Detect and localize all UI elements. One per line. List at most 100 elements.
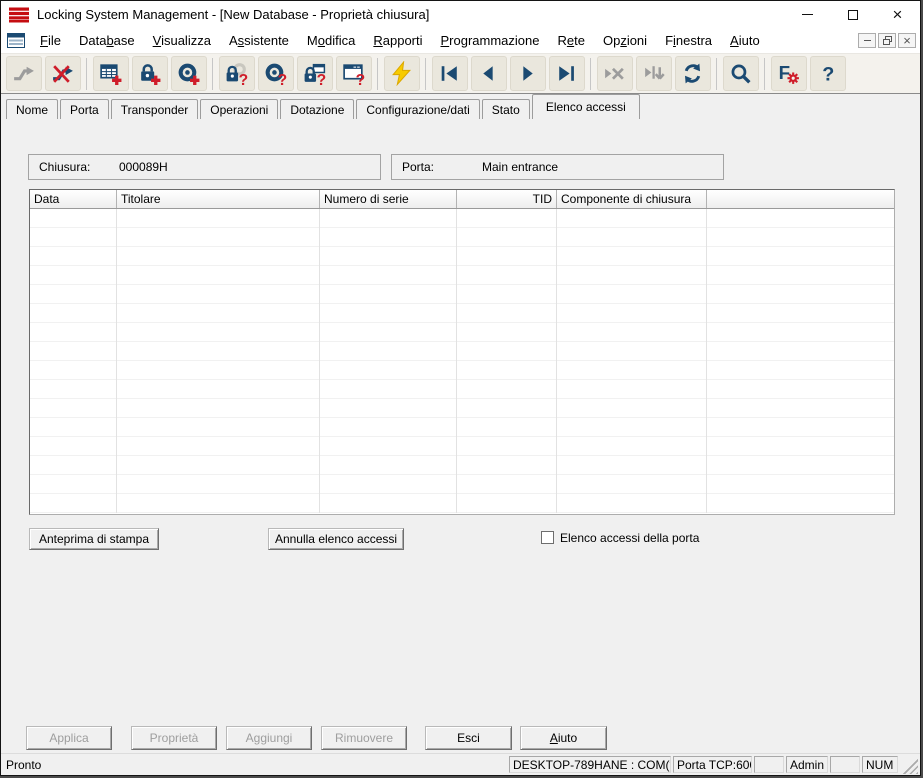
door-label: Porta: (402, 160, 435, 174)
mdi-window-controls: × (858, 33, 916, 48)
print-preview-button[interactable]: Anteprima di stampa (29, 528, 159, 550)
header-cell-numero-di-serie[interactable]: Numero di serie (320, 190, 457, 208)
close-icon: × (892, 5, 903, 24)
read-lock-button[interactable]: ? (218, 56, 255, 91)
maximize-button[interactable] (830, 1, 875, 28)
header-cell-tid[interactable]: TID (457, 190, 557, 208)
tab-elenco-accessi[interactable]: Elenco accessi (531, 94, 640, 119)
menu-item-file[interactable]: File (31, 30, 70, 51)
read-window-button[interactable]: ? (335, 56, 372, 91)
status-panel-porta-tcp-6001: Porta TCP:6001 (673, 756, 752, 773)
connect-button[interactable] (5, 56, 42, 91)
svg-text:?: ? (822, 63, 834, 85)
svg-text:?: ? (356, 72, 366, 86)
tab-nome[interactable]: Nome (6, 99, 59, 119)
status-panel (830, 756, 860, 773)
status-panel-desktop-789hane-com: DESKTOP-789HANE : COM(*) (509, 756, 671, 773)
title-bar: Locking System Management - [New Databas… (1, 1, 920, 28)
read-lock-network-button[interactable]: ? (296, 56, 333, 91)
help-button[interactable]: ? (809, 56, 846, 91)
toolbar: ???? F? (1, 53, 920, 94)
app-logo-icon (9, 7, 29, 23)
header-cell-titolare[interactable]: Titolare (117, 190, 320, 208)
remove-button[interactable]: Rimuovere (321, 726, 407, 750)
next-record-button[interactable] (509, 56, 546, 91)
search-button[interactable] (722, 56, 759, 91)
previous-record-icon (476, 61, 501, 86)
table-body (30, 209, 894, 513)
properties-button[interactable]: Proprietà (131, 726, 217, 750)
toolbar-separator (716, 57, 717, 90)
minimize-icon (802, 14, 813, 15)
refresh-button[interactable] (674, 56, 711, 91)
menu-item-opzioni[interactable]: Opzioni (594, 30, 656, 51)
minimize-button[interactable] (785, 1, 830, 28)
header-cell-data[interactable]: Data (30, 190, 117, 208)
first-record-icon (437, 61, 462, 86)
menu-item-assistente[interactable]: Assistente (220, 30, 298, 51)
last-record-button[interactable] (548, 56, 585, 91)
menu-item-database[interactable]: Database (70, 30, 144, 51)
svg-text:F: F (779, 62, 790, 83)
menu-item-finestra[interactable]: Finestra (656, 30, 721, 51)
cancel-search-button[interactable] (596, 56, 633, 91)
header-cell-empty[interactable] (707, 190, 894, 208)
exit-button[interactable]: Esci (425, 726, 512, 750)
read-window-icon: ? (341, 61, 366, 86)
mdi-close-button[interactable]: × (898, 33, 916, 48)
tab-strip: Nome Porta Transponder Operazioni Dotazione C… (1, 94, 920, 119)
tab-transponder[interactable]: Transponder (110, 99, 199, 119)
new-locking-system-button[interactable] (92, 56, 129, 91)
read-lock-icon: ? (224, 61, 249, 86)
filter-settings-button[interactable]: F (770, 56, 807, 91)
column-grid-line (456, 209, 457, 513)
menu-item-aiuto[interactable]: Aiuto (721, 30, 769, 51)
column-grid-line (319, 209, 320, 513)
program-icon (389, 61, 414, 86)
tab-porta[interactable]: Porta (60, 99, 109, 119)
tab-dotazione[interactable]: Dotazione (280, 99, 355, 119)
disconnect-icon (50, 61, 75, 86)
tab-configurazione-dati[interactable]: Configurazione/dati (356, 99, 480, 119)
menu-item-visualizza[interactable]: Visualizza (144, 30, 220, 51)
help-button[interactable]: Aiuto (520, 726, 607, 750)
lock-value: 000089H (119, 160, 168, 174)
menu-item-rapporti[interactable]: Rapporti (364, 30, 431, 51)
status-panel-admin: Admin (786, 756, 828, 773)
status-panel (754, 756, 784, 773)
new-lock-icon (137, 61, 162, 86)
mdi-document-icon[interactable] (7, 33, 25, 48)
program-button[interactable] (383, 56, 420, 91)
menu-bar: File Database Visualizza Assistente Modifica… (1, 28, 920, 53)
toolbar-separator (377, 57, 378, 90)
status-bar: Pronto DESKTOP-789HANE : COM(*) Porta TCP… (1, 753, 920, 775)
last-record-icon (554, 61, 579, 86)
read-transponder-button[interactable]: ? (257, 56, 294, 91)
mdi-restore-button[interactable] (878, 33, 896, 48)
new-lock-button[interactable] (131, 56, 168, 91)
svg-text:?: ? (317, 72, 327, 86)
cancel-search-icon (602, 61, 627, 86)
add-button[interactable]: Aggiungi (226, 726, 312, 750)
mdi-minimize-icon (863, 40, 871, 41)
toolbar-separator (86, 57, 87, 90)
new-transponder-button[interactable] (170, 56, 207, 91)
header-cell-componente-di-chiusura[interactable]: Componente di chiusura (557, 190, 707, 208)
close-button[interactable]: × (875, 1, 920, 28)
goto-record-icon (641, 61, 666, 86)
menu-item-rete[interactable]: Rete (549, 30, 594, 51)
goto-record-button[interactable] (635, 56, 672, 91)
door-access-checkbox[interactable] (541, 531, 554, 544)
reset-access-list-button[interactable]: Annulla elenco accessi (268, 528, 404, 550)
first-record-button[interactable] (431, 56, 468, 91)
menu-item-modifica[interactable]: Modifica (298, 30, 364, 51)
tab-stato[interactable]: Stato (481, 99, 530, 119)
previous-record-button[interactable] (470, 56, 507, 91)
mdi-minimize-button[interactable] (858, 33, 876, 48)
disconnect-button[interactable] (44, 56, 81, 91)
tab-operazioni[interactable]: Operazioni (200, 99, 279, 119)
door-access-checkbox-label: Elenco accessi della porta (560, 531, 700, 545)
menu-item-programmazione[interactable]: Programmazione (432, 30, 549, 51)
apply-button[interactable]: Applica (26, 726, 112, 750)
resize-grip[interactable] (902, 758, 918, 774)
